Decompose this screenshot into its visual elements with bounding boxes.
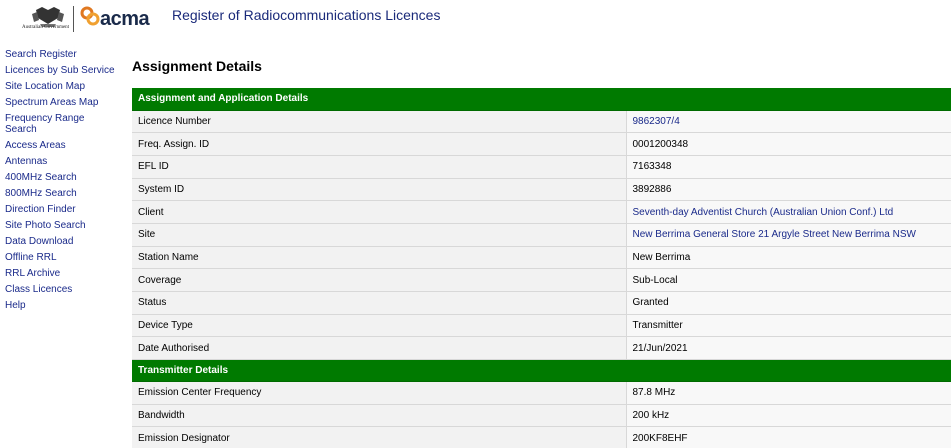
row-value: 7163348 bbox=[626, 155, 951, 179]
sidebar-item-access-areas[interactable]: Access Areas bbox=[5, 140, 115, 151]
acma-logo[interactable]: acma bbox=[80, 6, 155, 32]
row-value: 0001200348 bbox=[626, 132, 951, 156]
row-value: Granted bbox=[626, 291, 951, 315]
sidebar-item-site-photo-search[interactable]: Site Photo Search bbox=[5, 220, 115, 231]
sidebar-item-licences-by-sub-service[interactable]: Licences by Sub Service bbox=[5, 65, 115, 76]
page-title: Assignment Details bbox=[132, 58, 262, 74]
row-label: Date Authorised bbox=[132, 336, 627, 361]
row-value: New Berrima bbox=[626, 246, 951, 270]
site-link[interactable]: New Berrima General Store 21 Argyle Stre… bbox=[626, 223, 951, 247]
row-value: Transmitter bbox=[626, 314, 951, 338]
acma-swirl-icon bbox=[80, 6, 100, 26]
header: Australian Government acma Register of R… bbox=[0, 0, 951, 40]
table-row: EFL ID 7163348 bbox=[132, 155, 951, 179]
table-row: Status Granted bbox=[132, 291, 951, 315]
main-content: Assignment Details Assignment and Applic… bbox=[132, 58, 951, 448]
row-label: Emission Center Frequency bbox=[132, 381, 627, 405]
sidebar-nav: Search Register Licences by Sub Service … bbox=[5, 49, 115, 316]
table-row: Licence Number 9862307/4 bbox=[132, 110, 951, 134]
row-value: 87.8 MHz bbox=[626, 381, 951, 405]
sidebar-item-help[interactable]: Help bbox=[5, 300, 115, 311]
table-row: Date Authorised 21/Jun/2021 bbox=[132, 336, 951, 361]
table-row: System ID 3892886 bbox=[132, 178, 951, 202]
row-label: Client bbox=[132, 200, 627, 224]
header-divider bbox=[73, 6, 74, 32]
row-value: 21/Jun/2021 bbox=[626, 336, 951, 361]
section-header-row: Assignment and Application Details bbox=[132, 88, 951, 111]
table-row: Emission Designator 200KF8EHF bbox=[132, 426, 951, 448]
table-row: Bandwidth 200 kHz bbox=[132, 404, 951, 428]
sidebar-item-offline-rrl[interactable]: Offline RRL bbox=[5, 252, 115, 263]
crest-caption: Australian Government bbox=[22, 25, 70, 30]
client-link[interactable]: Seventh-day Adventist Church (Australian… bbox=[626, 200, 951, 224]
row-value: Sub-Local bbox=[626, 268, 951, 292]
table-row: Device Type Transmitter bbox=[132, 314, 951, 338]
row-label: Licence Number bbox=[132, 110, 627, 134]
table-row: Emission Center Frequency 87.8 MHz bbox=[132, 381, 951, 405]
row-label: Station Name bbox=[132, 246, 627, 270]
sidebar-item-rrl-archive[interactable]: RRL Archive bbox=[5, 268, 115, 279]
section-header-row: Transmitter Details bbox=[132, 359, 951, 383]
row-label: Coverage bbox=[132, 268, 627, 292]
row-value: 200 kHz bbox=[626, 404, 951, 428]
sidebar-item-search-register[interactable]: Search Register bbox=[5, 49, 115, 60]
row-label: EFL ID bbox=[132, 155, 627, 179]
row-label: System ID bbox=[132, 178, 627, 202]
table-row: Site New Berrima General Store 21 Argyle… bbox=[132, 223, 951, 247]
table-row: Station Name New Berrima bbox=[132, 246, 951, 270]
assignment-details-table: Assignment and Application Details Licen… bbox=[132, 88, 951, 448]
row-label: Device Type bbox=[132, 314, 627, 338]
row-label: Freq. Assign. ID bbox=[132, 132, 627, 156]
row-value: 3892886 bbox=[626, 178, 951, 202]
sidebar-item-frequency-range-search[interactable]: Frequency Range Search bbox=[5, 113, 115, 135]
sidebar-item-800mhz-search[interactable]: 800MHz Search bbox=[5, 188, 115, 199]
sidebar-item-data-download[interactable]: Data Download bbox=[5, 236, 115, 247]
row-label: Bandwidth bbox=[132, 404, 627, 428]
table-row: Coverage Sub-Local bbox=[132, 268, 951, 292]
row-label: Site bbox=[132, 223, 627, 247]
licence-number-link[interactable]: 9862307/4 bbox=[626, 110, 951, 134]
section-header: Assignment and Application Details bbox=[132, 88, 951, 111]
row-label: Emission Designator bbox=[132, 426, 627, 448]
sidebar-item-antennas[interactable]: Antennas bbox=[5, 156, 115, 167]
table-row: Client Seventh-day Adventist Church (Aus… bbox=[132, 200, 951, 224]
row-label: Status bbox=[132, 291, 627, 315]
row-value: 200KF8EHF bbox=[626, 426, 951, 448]
sidebar-item-direction-finder[interactable]: Direction Finder bbox=[5, 204, 115, 215]
sidebar-item-spectrum-areas-map[interactable]: Spectrum Areas Map bbox=[5, 97, 115, 108]
acma-logo-text: acma bbox=[100, 8, 150, 30]
sidebar-item-class-licences[interactable]: Class Licences bbox=[5, 284, 115, 295]
sidebar-item-site-location-map[interactable]: Site Location Map bbox=[5, 81, 115, 92]
section-header: Transmitter Details bbox=[132, 359, 951, 383]
site-title: Register of Radiocommunications Licences bbox=[172, 7, 441, 23]
table-row: Freq. Assign. ID 0001200348 bbox=[132, 132, 951, 156]
sidebar-item-400mhz-search[interactable]: 400MHz Search bbox=[5, 172, 115, 183]
